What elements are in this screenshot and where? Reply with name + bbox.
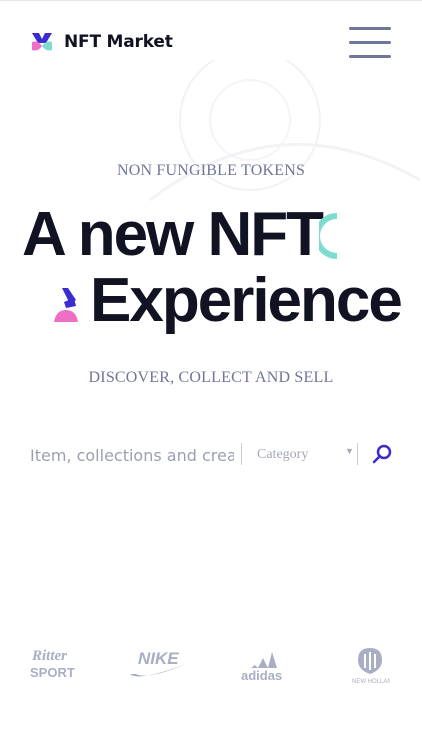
partner-logos: Ritter SPORT NIKE adidas NEW HOLLAND <box>0 640 422 690</box>
svg-text:SPORT: SPORT <box>30 665 75 680</box>
chevron-down-icon: ▼ <box>345 446 354 456</box>
brand-mark-icon <box>54 288 78 322</box>
hero-title-line-1: A new NFT <box>22 200 324 269</box>
top-border <box>0 0 422 1</box>
adidas-logo: adidas <box>241 652 282 682</box>
svg-text:Ritter: Ritter <box>31 648 67 664</box>
hero-eyebrow: NON FUNGIBLE TOKENS <box>116 162 306 179</box>
svg-text:NEW HOLLAND: NEW HOLLAND <box>352 679 390 685</box>
search-divider <box>241 443 242 465</box>
nft-market-logo-icon <box>32 33 52 51</box>
hero-subtitle: DISCOVER, COLLECT AND SELL <box>88 369 334 386</box>
new-holland-logo: NEW HOLLAND <box>352 648 390 685</box>
menu-bar <box>349 41 391 44</box>
svg-text:NIKE: NIKE <box>138 649 179 668</box>
search-input[interactable] <box>30 442 234 468</box>
category-select[interactable]: Category ▼ <box>257 445 357 465</box>
category-select-value: Category <box>257 447 309 462</box>
search-icon[interactable] <box>370 442 394 466</box>
menu-bar <box>349 27 391 30</box>
brand-name: NFT Market <box>64 32 173 52</box>
search-bar: Category ▼ <box>30 438 398 470</box>
teal-arc-decoration-icon <box>319 213 338 259</box>
hero-title-line-2: Experience <box>90 266 403 335</box>
search-divider <box>357 443 358 465</box>
menu-bar <box>349 55 391 58</box>
svg-text:adidas: adidas <box>241 668 282 682</box>
brand-home-link[interactable]: NFT Market <box>30 30 173 54</box>
ritter-sport-logo: Ritter SPORT <box>30 648 75 680</box>
hamburger-menu-icon[interactable] <box>349 24 391 60</box>
nike-logo: NIKE <box>130 649 186 677</box>
